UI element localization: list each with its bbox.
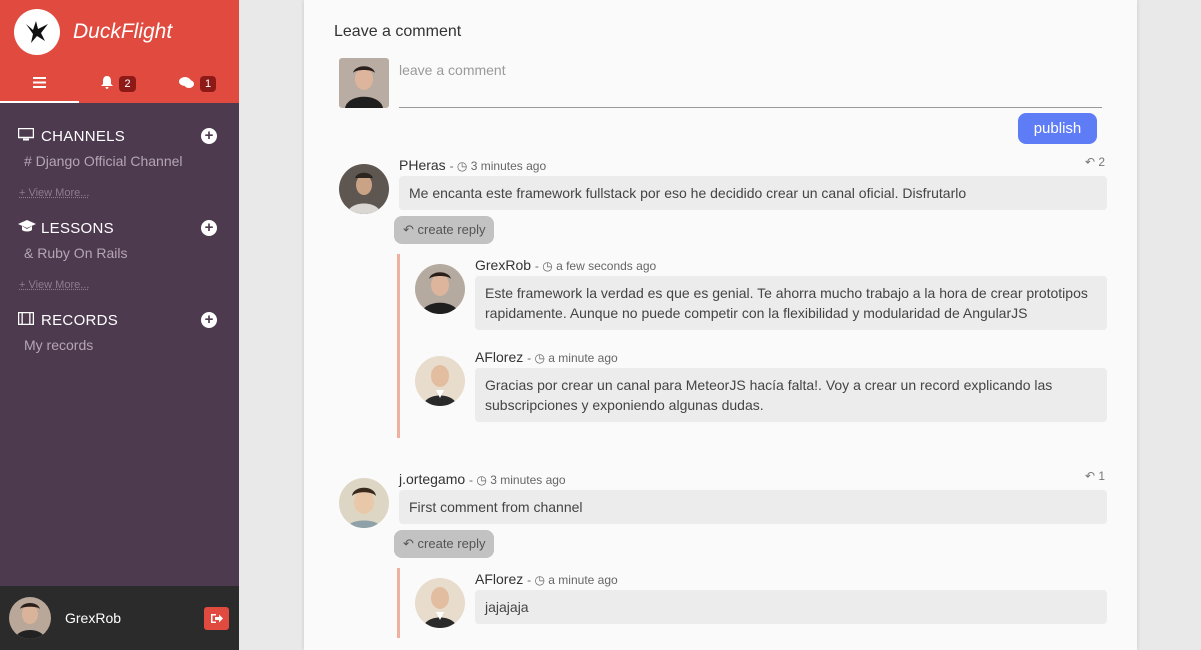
reply-count: ↶ 2	[1085, 155, 1105, 169]
sidebar: DuckFlight 2 1 CHANNELS + # Django Offic…	[0, 0, 239, 650]
comment-meta: j.ortegamo - ◷ 3 minutes ago	[399, 471, 566, 487]
user-avatar[interactable]	[9, 597, 51, 639]
channels-header: CHANNELS +	[0, 123, 239, 149]
clock-icon: ◷	[456, 159, 468, 173]
add-lesson-button[interactable]: +	[201, 220, 217, 236]
reply-author[interactable]: AFlorez	[475, 571, 523, 587]
records-header: RECORDS +	[0, 307, 239, 333]
current-user-avatar	[339, 58, 389, 108]
reply-text: Este framework la verdad es que es genia…	[475, 276, 1107, 330]
leave-comment-title: Leave a comment	[334, 23, 462, 40]
reply-avatar	[415, 264, 465, 314]
user-bar: GrexRob	[0, 586, 239, 650]
reply-thread-line	[397, 254, 400, 438]
reply-time: a minute ago	[548, 573, 618, 587]
comment-time: 3 minutes ago	[490, 473, 566, 487]
reply-count-value: 1	[1098, 469, 1106, 483]
comment-avatar	[339, 164, 389, 214]
create-reply-button[interactable]: ↶ create reply	[394, 216, 495, 244]
logout-icon	[210, 613, 223, 623]
add-channel-button[interactable]: +	[201, 128, 217, 144]
reply-arrow-icon: ↶	[1085, 155, 1096, 169]
logout-button[interactable]	[204, 606, 229, 630]
tab-notifications[interactable]: 2	[79, 64, 158, 103]
clock-icon: ◷	[534, 351, 545, 365]
reply-meta: AFlorez - ◷ a minute ago	[475, 349, 618, 365]
comment-text: Me encanta este framework fullstack por …	[399, 176, 1107, 210]
reply-icon: ↶	[403, 536, 414, 551]
duck-logo-icon[interactable]	[14, 9, 60, 55]
tab-menu[interactable]	[0, 64, 79, 103]
reply-text: Gracias por crear un canal para MeteorJS…	[475, 368, 1107, 422]
reply-avatar	[415, 578, 465, 628]
sidebar-item-channel[interactable]: # Django Official Channel	[0, 153, 239, 169]
graduation-cap-icon	[18, 219, 36, 237]
reply-thread-line	[397, 568, 400, 638]
sidebar-item-records[interactable]: My records	[0, 337, 239, 353]
create-reply-label: create reply	[417, 222, 486, 237]
reply-author[interactable]: GrexRob	[475, 257, 531, 273]
monitor-icon	[17, 127, 36, 145]
channels-view-more-link[interactable]: + View More...	[0, 187, 239, 199]
comment-avatar	[339, 478, 389, 528]
clock-icon: ◷	[534, 573, 545, 587]
app-name[interactable]: DuckFlight	[73, 20, 172, 44]
sidebar-item-lesson[interactable]: & Ruby On Rails	[0, 245, 239, 261]
comment-author[interactable]: PHeras	[399, 157, 446, 173]
messages-badge: 1	[199, 75, 217, 92]
reply-icon: ↶	[403, 222, 414, 237]
reply-time: a minute ago	[548, 351, 618, 365]
publish-button[interactable]: publish	[1018, 113, 1097, 144]
comment-meta: PHeras - ◷ 3 minutes ago	[399, 157, 547, 173]
clock-icon: ◷	[542, 259, 553, 273]
lessons-title: LESSONS	[41, 219, 114, 237]
create-reply-button[interactable]: ↶ create reply	[394, 530, 495, 558]
create-reply-label: create reply	[417, 536, 486, 551]
reply-time: a few seconds ago	[556, 259, 657, 273]
comment-text: First comment from channel	[399, 490, 1107, 524]
comments-panel: Leave a comment leave a comment publish …	[304, 0, 1137, 650]
sidebar-tabs: 2 1	[0, 64, 239, 103]
comment-time: 3 minutes ago	[470, 159, 547, 173]
reply-author[interactable]: AFlorez	[475, 349, 523, 365]
bell-icon	[101, 75, 114, 92]
chat-icon	[178, 76, 194, 92]
clock-icon: ◷	[476, 473, 487, 487]
lessons-view-more-link[interactable]: + View More...	[0, 279, 239, 291]
user-name: GrexRob	[65, 610, 122, 626]
reply-meta: GrexRob - ◷ a few seconds ago	[475, 257, 657, 273]
comment-input[interactable]: leave a comment	[399, 60, 1102, 108]
reply-count-value: 2	[1098, 155, 1106, 169]
reply-arrow-icon: ↶	[1085, 469, 1096, 483]
reply-avatar	[415, 356, 465, 406]
menu-icon	[33, 75, 46, 91]
reply-count: ↶ 1	[1085, 469, 1105, 483]
reply-text: jajajaja	[475, 590, 1107, 624]
add-record-button[interactable]: +	[201, 312, 217, 328]
tab-messages[interactable]: 1	[158, 64, 237, 103]
lessons-header: LESSONS +	[0, 215, 239, 241]
channels-title: CHANNELS	[41, 127, 126, 145]
comment-author[interactable]: j.ortegamo	[399, 471, 465, 487]
film-icon	[17, 311, 36, 329]
records-title: RECORDS	[41, 311, 119, 329]
brand-header: DuckFlight	[0, 0, 239, 64]
reply-meta: AFlorez - ◷ a minute ago	[475, 571, 618, 587]
notifications-badge: 2	[119, 75, 136, 92]
